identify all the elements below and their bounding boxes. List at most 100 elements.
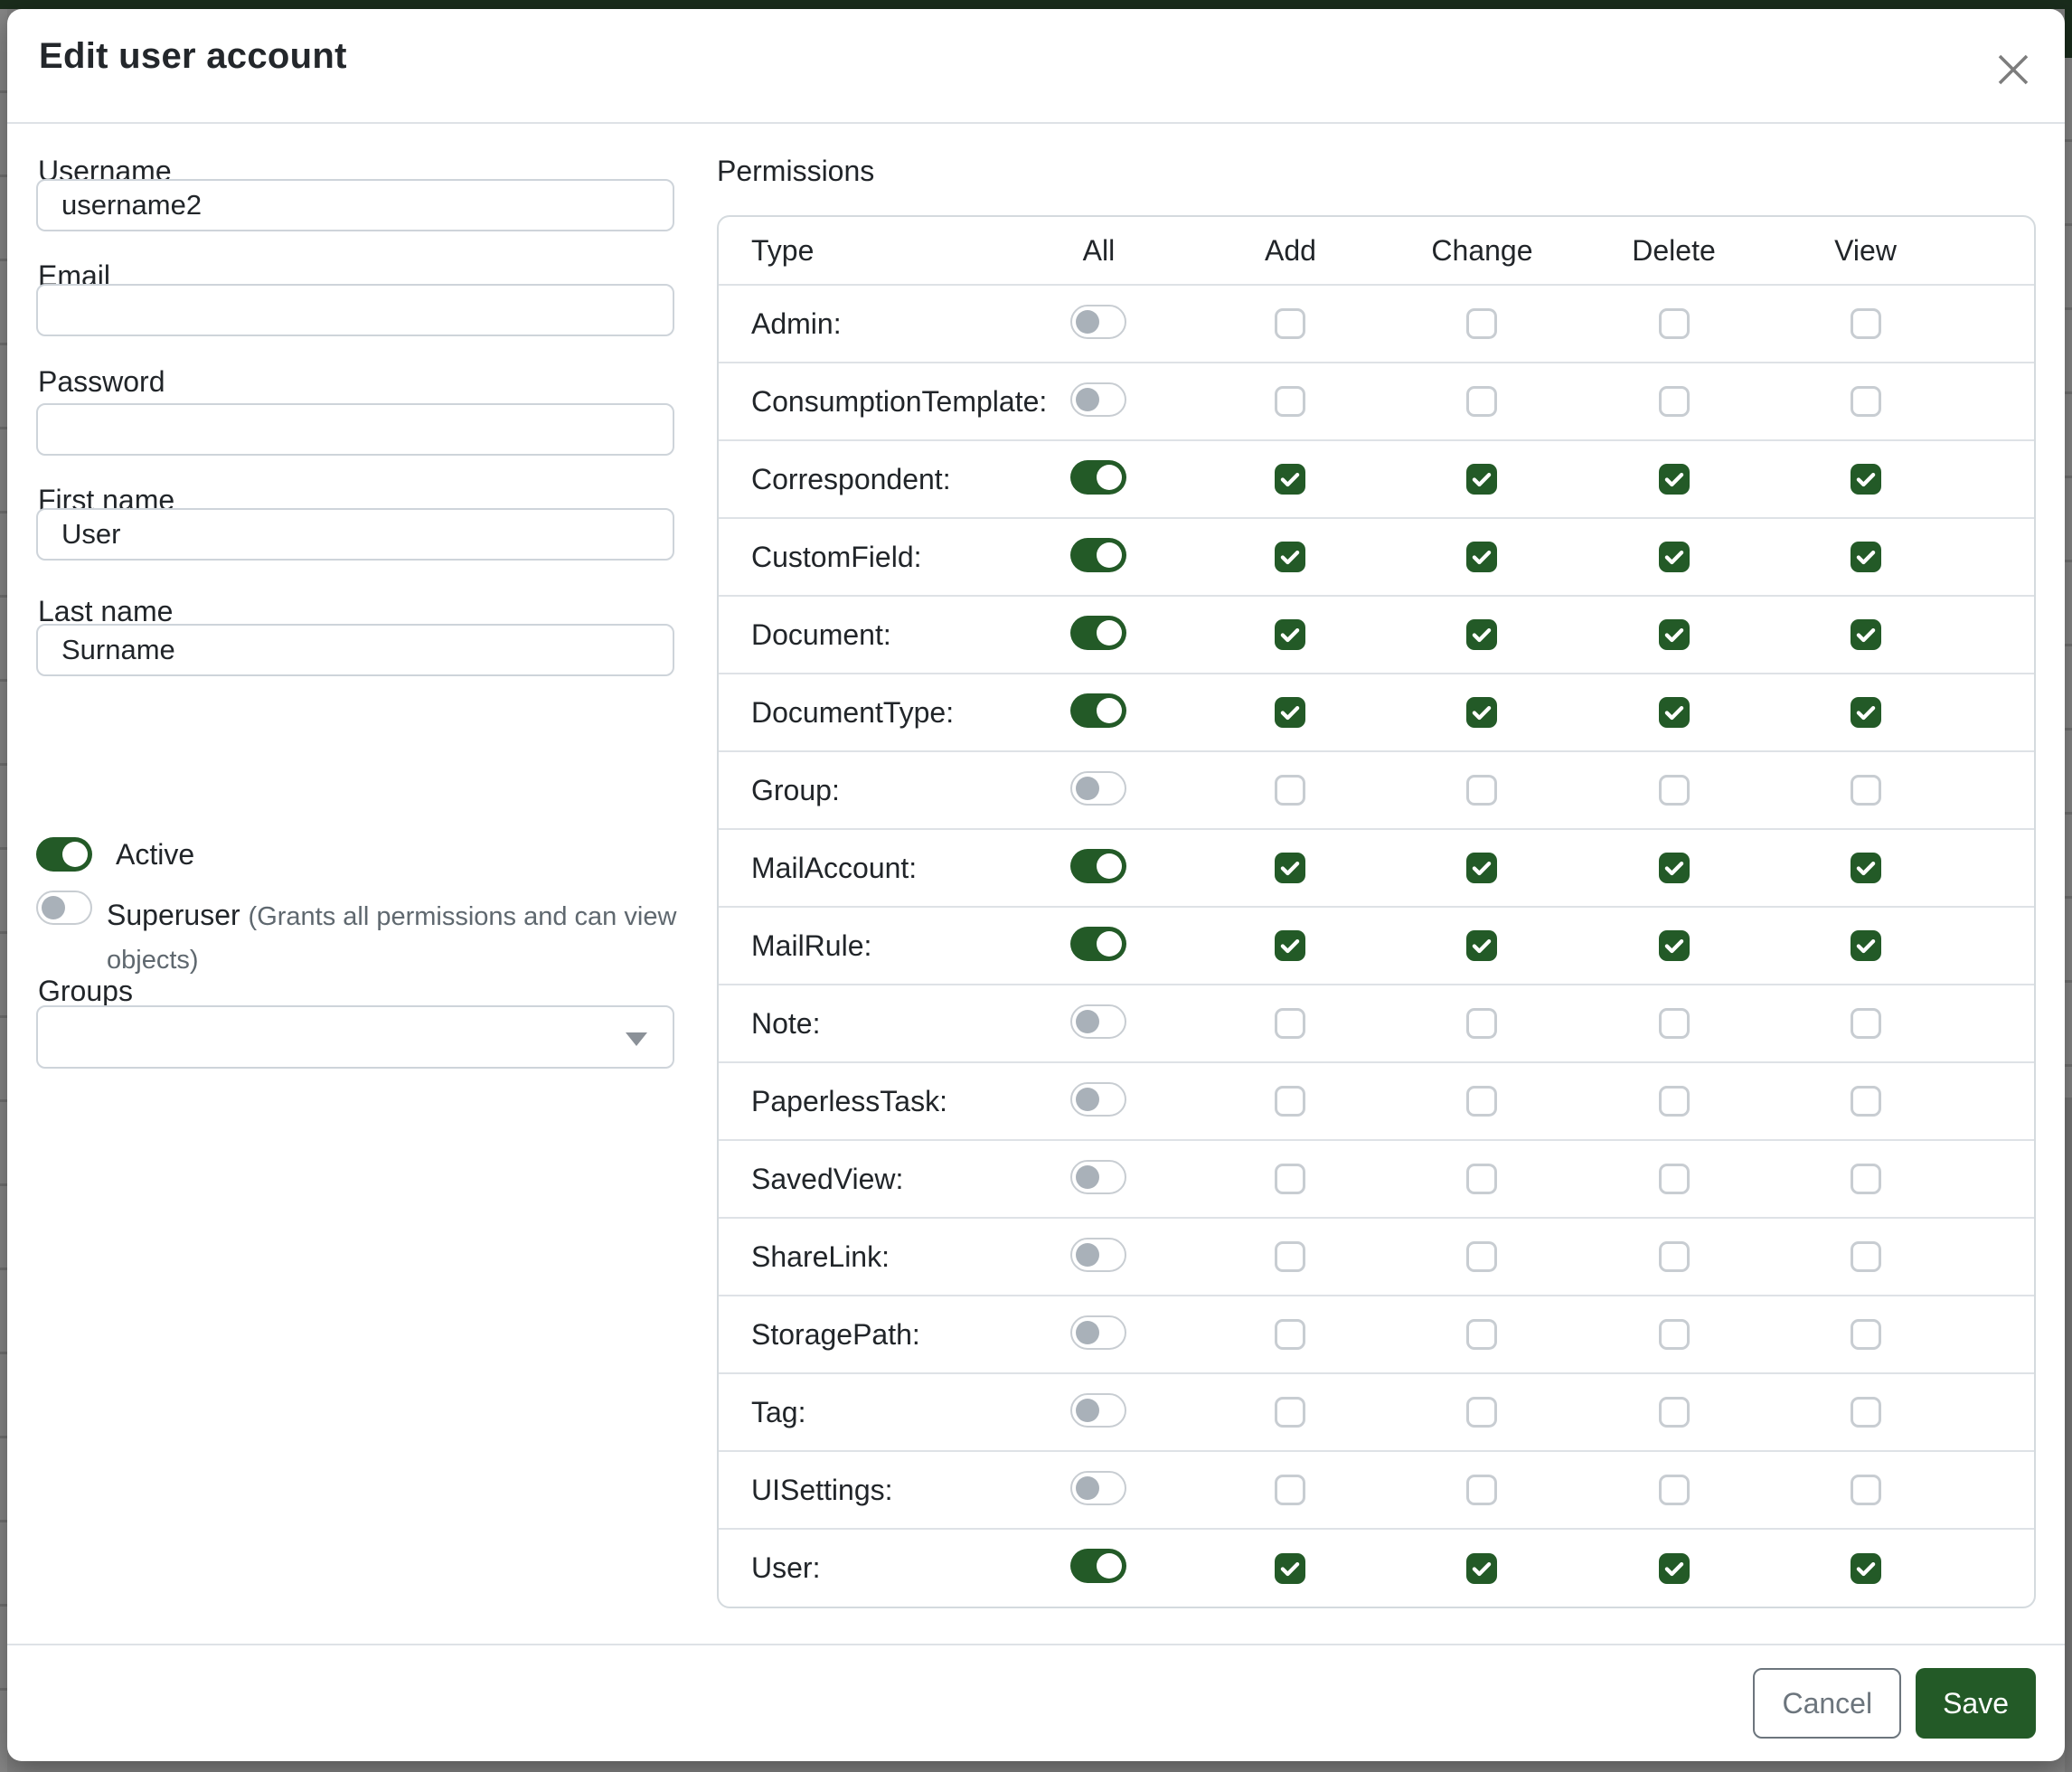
checkbox-change-consumptiontemplate[interactable]: [1466, 386, 1497, 417]
toggle-all-paperlesstask[interactable]: [1070, 1082, 1126, 1117]
checkbox-view-admin[interactable]: [1851, 308, 1881, 339]
checkbox-delete-document[interactable]: [1659, 619, 1690, 650]
checkbox-view-mailrule[interactable]: [1851, 930, 1881, 961]
checkbox-delete-mailaccount[interactable]: [1659, 853, 1690, 883]
checkbox-add-documenttype[interactable]: [1275, 697, 1305, 728]
checkbox-view-tag[interactable]: [1851, 1397, 1881, 1428]
active-toggle[interactable]: [36, 837, 92, 872]
permission-type-label: MailRule:: [719, 907, 1003, 985]
checkbox-delete-storagepath[interactable]: [1659, 1319, 1690, 1350]
checkbox-add-document[interactable]: [1275, 619, 1305, 650]
checkbox-view-correspondent[interactable]: [1851, 464, 1881, 495]
checkbox-change-admin[interactable]: [1466, 308, 1497, 339]
cancel-button[interactable]: Cancel: [1753, 1668, 1901, 1739]
save-button[interactable]: Save: [1916, 1668, 2036, 1739]
checkbox-delete-documenttype[interactable]: [1659, 697, 1690, 728]
superuser-toggle[interactable]: [36, 891, 92, 925]
toggle-all-group[interactable]: [1070, 771, 1126, 806]
checkbox-view-documenttype[interactable]: [1851, 697, 1881, 728]
checkbox-view-paperlesstask[interactable]: [1851, 1086, 1881, 1117]
checkbox-change-documenttype[interactable]: [1466, 697, 1497, 728]
checkbox-add-note[interactable]: [1275, 1008, 1305, 1039]
toggle-all-customfield[interactable]: [1070, 538, 1126, 572]
toggle-all-documenttype[interactable]: [1070, 693, 1126, 728]
toggle-all-note[interactable]: [1070, 1004, 1126, 1039]
checkbox-delete-group[interactable]: [1659, 775, 1690, 806]
close-button[interactable]: [1992, 49, 2034, 90]
checkbox-delete-tag[interactable]: [1659, 1397, 1690, 1428]
checkbox-add-admin[interactable]: [1275, 308, 1305, 339]
checkbox-add-uisettings[interactable]: [1275, 1475, 1305, 1505]
groups-select[interactable]: [36, 1005, 674, 1069]
toggle-all-admin[interactable]: [1070, 305, 1126, 339]
toggle-all-storagepath[interactable]: [1070, 1315, 1126, 1350]
checkbox-add-paperlesstask[interactable]: [1275, 1086, 1305, 1117]
password-input[interactable]: [36, 403, 674, 456]
checkbox-add-storagepath[interactable]: [1275, 1319, 1305, 1350]
checkbox-add-mailaccount[interactable]: [1275, 853, 1305, 883]
toggle-knob: [1097, 620, 1122, 646]
checkbox-view-mailaccount[interactable]: [1851, 853, 1881, 883]
checkbox-change-group[interactable]: [1466, 775, 1497, 806]
toggle-all-consumptiontemplate[interactable]: [1070, 382, 1126, 417]
checkbox-change-uisettings[interactable]: [1466, 1475, 1497, 1505]
toggle-all-document[interactable]: [1070, 616, 1126, 650]
checkbox-delete-sharelink[interactable]: [1659, 1241, 1690, 1272]
checkbox-add-consumptiontemplate[interactable]: [1275, 386, 1305, 417]
checkbox-delete-savedview[interactable]: [1659, 1164, 1690, 1194]
checkbox-view-customfield[interactable]: [1851, 542, 1881, 572]
checkbox-view-group[interactable]: [1851, 775, 1881, 806]
checkbox-change-mailrule[interactable]: [1466, 930, 1497, 961]
checkbox-add-tag[interactable]: [1275, 1397, 1305, 1428]
checkbox-view-uisettings[interactable]: [1851, 1475, 1881, 1505]
toggle-all-mailrule[interactable]: [1070, 927, 1126, 961]
checkbox-change-note[interactable]: [1466, 1008, 1497, 1039]
toggle-all-tag[interactable]: [1070, 1393, 1126, 1428]
checkbox-add-group[interactable]: [1275, 775, 1305, 806]
toggle-all-mailaccount[interactable]: [1070, 849, 1126, 883]
checkbox-change-user[interactable]: [1466, 1553, 1497, 1584]
checkbox-add-correspondent[interactable]: [1275, 464, 1305, 495]
checkbox-delete-user[interactable]: [1659, 1553, 1690, 1584]
toggle-all-correspondent[interactable]: [1070, 460, 1126, 495]
checkbox-delete-admin[interactable]: [1659, 308, 1690, 339]
checkbox-delete-correspondent[interactable]: [1659, 464, 1690, 495]
last-name-input[interactable]: [36, 624, 674, 676]
checkbox-add-user[interactable]: [1275, 1553, 1305, 1584]
toggle-all-sharelink[interactable]: [1070, 1238, 1126, 1272]
checkbox-change-correspondent[interactable]: [1466, 464, 1497, 495]
toggle-all-user[interactable]: [1070, 1549, 1126, 1583]
checkbox-change-mailaccount[interactable]: [1466, 853, 1497, 883]
checkbox-view-storagepath[interactable]: [1851, 1319, 1881, 1350]
checkbox-view-consumptiontemplate[interactable]: [1851, 386, 1881, 417]
first-name-input[interactable]: [36, 508, 674, 561]
checkbox-add-mailrule[interactable]: [1275, 930, 1305, 961]
checkbox-change-savedview[interactable]: [1466, 1164, 1497, 1194]
checkbox-delete-note[interactable]: [1659, 1008, 1690, 1039]
checkbox-delete-mailrule[interactable]: [1659, 930, 1690, 961]
checkbox-add-savedview[interactable]: [1275, 1164, 1305, 1194]
username-input[interactable]: [36, 179, 674, 231]
checkbox-change-customfield[interactable]: [1466, 542, 1497, 572]
checkbox-change-document[interactable]: [1466, 619, 1497, 650]
checkbox-add-sharelink[interactable]: [1275, 1241, 1305, 1272]
email-input[interactable]: [36, 284, 674, 336]
checkbox-change-tag[interactable]: [1466, 1397, 1497, 1428]
checkbox-delete-paperlesstask[interactable]: [1659, 1086, 1690, 1117]
checkbox-view-document[interactable]: [1851, 619, 1881, 650]
column-header-all: All: [1003, 217, 1194, 285]
checkbox-add-customfield[interactable]: [1275, 542, 1305, 572]
checkbox-change-paperlesstask[interactable]: [1466, 1086, 1497, 1117]
checkbox-delete-uisettings[interactable]: [1659, 1475, 1690, 1505]
app-navbar-behind-right: [2065, 0, 2072, 58]
checkbox-view-user[interactable]: [1851, 1553, 1881, 1584]
checkbox-view-savedview[interactable]: [1851, 1164, 1881, 1194]
toggle-all-savedview[interactable]: [1070, 1160, 1126, 1194]
checkbox-change-sharelink[interactable]: [1466, 1241, 1497, 1272]
checkbox-view-sharelink[interactable]: [1851, 1241, 1881, 1272]
toggle-all-uisettings[interactable]: [1070, 1471, 1126, 1505]
checkbox-delete-customfield[interactable]: [1659, 542, 1690, 572]
checkbox-view-note[interactable]: [1851, 1008, 1881, 1039]
checkbox-change-storagepath[interactable]: [1466, 1319, 1497, 1350]
checkbox-delete-consumptiontemplate[interactable]: [1659, 386, 1690, 417]
